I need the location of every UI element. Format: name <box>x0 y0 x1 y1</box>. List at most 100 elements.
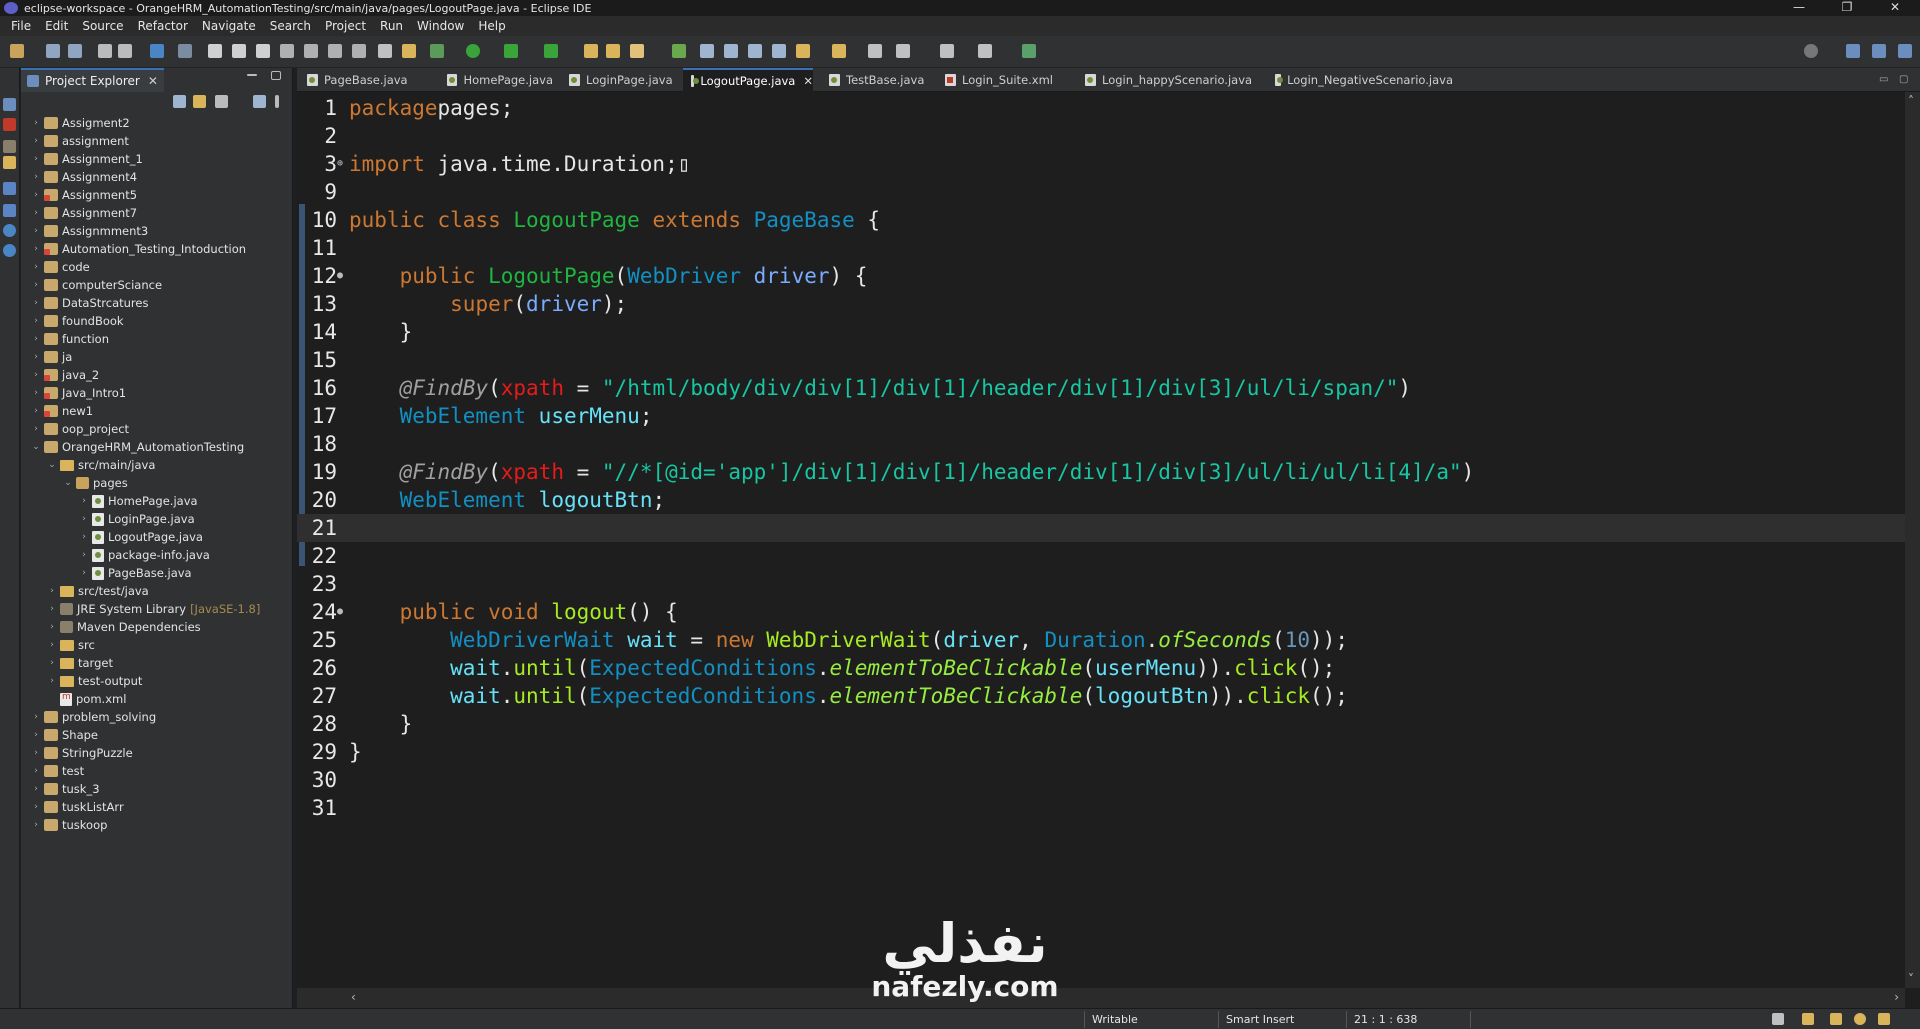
tree-item[interactable]: › Assignment_1 <box>21 150 293 168</box>
tree-item[interactable]: › java_2 <box>21 366 293 384</box>
code-line[interactable]: 14 } <box>297 318 1905 346</box>
fold-marker-icon[interactable]: ● <box>337 262 345 290</box>
chevron-right-icon[interactable]: › <box>31 244 41 254</box>
menu-search[interactable]: Search <box>263 19 318 33</box>
tree-item[interactable]: › foundBook <box>21 312 293 330</box>
terminate-icon[interactable] <box>256 44 270 58</box>
menu-refactor[interactable]: Refactor <box>131 19 195 33</box>
step-into-icon[interactable] <box>304 44 318 58</box>
fold-marker-icon[interactable]: ⊕ <box>337 150 345 178</box>
code-line[interactable]: 21 <box>297 514 1905 542</box>
code-line[interactable]: 26 wait.until(ExpectedConditions.element… <box>297 654 1905 682</box>
step-return-icon[interactable] <box>352 44 366 58</box>
chevron-down-icon[interactable]: ⌄ <box>31 442 41 452</box>
info-icon[interactable] <box>3 224 16 237</box>
tree-item[interactable]: › DataStrcatures <box>21 294 293 312</box>
chevron-right-icon[interactable]: › <box>31 766 41 776</box>
tree-item[interactable]: › Shape <box>21 726 293 744</box>
perspective-icon-2[interactable] <box>1872 44 1886 58</box>
run-last-tool-icon[interactable] <box>402 44 416 58</box>
navigate-forward-icon[interactable] <box>978 44 992 58</box>
editor-tab[interactable]: PageBase.java <box>299 68 429 92</box>
help-icon[interactable] <box>1854 1013 1866 1025</box>
tree-item[interactable]: › tusk_3 <box>21 780 293 798</box>
tree-item[interactable]: › Maven Dependencies <box>21 618 293 636</box>
editor-tab[interactable]: TestBase.java <box>821 68 929 92</box>
scroll-left-icon[interactable]: ‹ <box>351 990 356 1004</box>
chevron-right-icon[interactable]: › <box>31 172 41 182</box>
tree-item[interactable]: › tuskoop <box>21 816 293 834</box>
code-line[interactable]: 24 ● public void logout() { <box>297 598 1905 626</box>
problems-icon[interactable] <box>3 118 16 131</box>
menu-window[interactable]: Window <box>410 19 471 33</box>
code-line[interactable]: 31 <box>297 794 1905 822</box>
declaration-icon[interactable] <box>3 156 16 169</box>
tree-item[interactable]: › StringPuzzle <box>21 744 293 762</box>
fold-marker-icon[interactable]: ● <box>337 598 345 626</box>
console-icon[interactable] <box>3 182 16 195</box>
chevron-right-icon[interactable]: › <box>31 208 41 218</box>
restore-icon[interactable] <box>3 98 16 111</box>
chevron-right-icon[interactable]: › <box>79 568 89 578</box>
vertical-scrollbar[interactable]: ˄ ˅ <box>1905 92 1920 988</box>
code-line[interactable]: 16 @FindBy(xpath = "/html/body/div/div[1… <box>297 374 1905 402</box>
chevron-right-icon[interactable]: › <box>47 604 57 614</box>
javadoc-icon[interactable] <box>3 140 16 153</box>
new-java-project-icon[interactable] <box>584 44 598 58</box>
chevron-right-icon[interactable]: › <box>31 154 41 164</box>
resume-icon[interactable] <box>208 44 222 58</box>
chevron-right-icon[interactable]: › <box>31 316 41 326</box>
code-line[interactable]: 30 <box>297 766 1905 794</box>
code-line[interactable]: 17 WebElement userMenu; <box>297 402 1905 430</box>
code-line[interactable]: 13 super(driver); <box>297 290 1905 318</box>
show-whitespace-icon[interactable] <box>772 44 786 58</box>
scroll-down-icon[interactable]: ˅ <box>1908 972 1914 986</box>
skip-breakpoints-icon[interactable] <box>178 44 192 58</box>
tree-item[interactable]: › ja <box>21 348 293 366</box>
chevron-right-icon[interactable]: › <box>31 352 41 362</box>
chevron-down-icon[interactable]: ⌄ <box>63 478 73 488</box>
next-annotation-icon[interactable] <box>796 44 810 58</box>
open-type-icon[interactable] <box>672 44 686 58</box>
tree-item[interactable]: › Assignment5 <box>21 186 293 204</box>
code-line[interactable]: 3 ⊕ import java.time.Duration;▯ <box>297 150 1905 178</box>
tree-item[interactable]: › Assignment7 <box>21 204 293 222</box>
chevron-right-icon[interactable]: › <box>31 262 41 272</box>
notification-icon[interactable] <box>1772 1013 1784 1025</box>
code-editor[interactable]: 1 packagepages; 2 3 ⊕ import java.time.Durati… <box>297 92 1905 988</box>
editor-tab[interactable]: Login_happyScenario.java <box>1077 68 1259 92</box>
chevron-right-icon[interactable]: › <box>31 820 41 830</box>
debug-icon[interactable] <box>430 44 444 58</box>
chevron-right-icon[interactable]: › <box>31 370 41 380</box>
close-icon[interactable]: ✕ <box>803 74 813 88</box>
minimize-button[interactable]: — <box>1776 0 1822 16</box>
view-menu-icon[interactable] <box>275 95 279 108</box>
menu-edit[interactable]: Edit <box>38 19 75 33</box>
chevron-right-icon[interactable]: › <box>31 424 41 434</box>
chevron-right-icon[interactable]: › <box>47 586 57 596</box>
code-line[interactable]: 28 } <box>297 710 1905 738</box>
chevron-right-icon[interactable]: › <box>31 406 41 416</box>
save-all-icon[interactable] <box>68 44 82 58</box>
chevron-right-icon[interactable]: › <box>31 118 41 128</box>
toggle-mark-occurrences-icon[interactable] <box>748 44 762 58</box>
chevron-right-icon[interactable]: › <box>31 298 41 308</box>
code-line[interactable]: 15 <box>297 346 1905 374</box>
code-line[interactable]: 10 public class LogoutPage extends PageBa… <box>297 206 1905 234</box>
code-line[interactable]: 22 <box>297 542 1905 570</box>
chevron-right-icon[interactable]: › <box>31 802 41 812</box>
tree-item[interactable]: › src <box>21 636 293 654</box>
close-icon[interactable]: ✕ <box>148 74 158 88</box>
chevron-right-icon[interactable]: › <box>31 388 41 398</box>
code-line[interactable]: 11 <box>297 234 1905 262</box>
coverage-icon[interactable] <box>504 44 518 58</box>
chevron-right-icon[interactable]: › <box>47 622 57 632</box>
tree-item[interactable]: ⌄ src/main/java <box>21 456 293 474</box>
chevron-right-icon[interactable]: › <box>31 226 41 236</box>
editor-tab[interactable]: Login_NegativeScenario.java <box>1267 68 1453 92</box>
pin-editor-icon[interactable] <box>1022 44 1036 58</box>
tree-item[interactable]: › Assigment2 <box>21 114 293 132</box>
chevron-right-icon[interactable]: › <box>79 532 89 542</box>
filter-icon[interactable] <box>215 95 228 108</box>
tree-item[interactable]: › LoginPage.java <box>21 510 293 528</box>
